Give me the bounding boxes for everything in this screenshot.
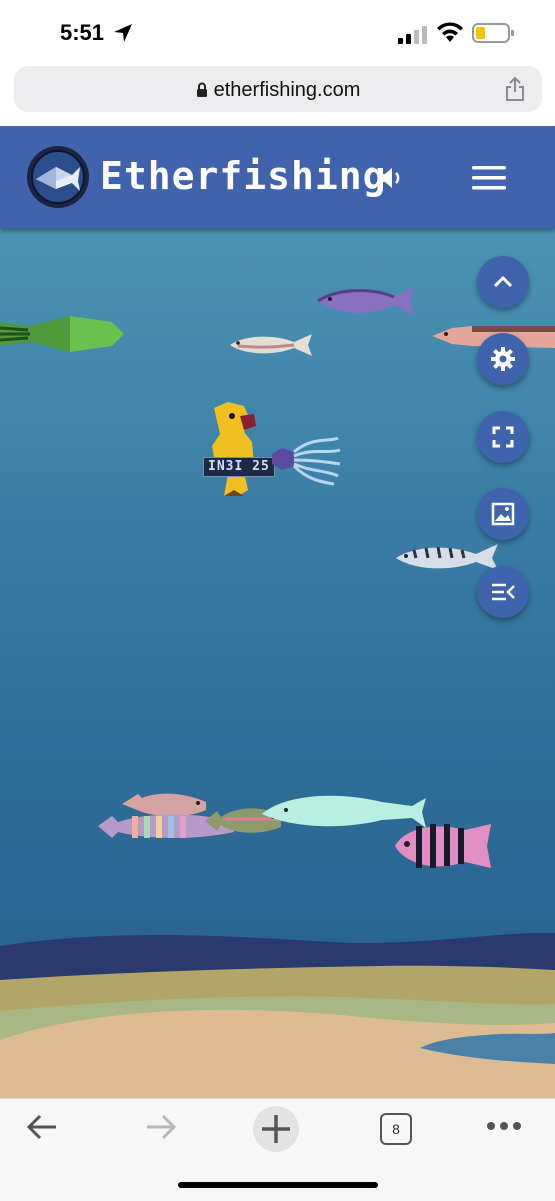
share-icon[interactable] xyxy=(504,76,526,102)
status-time: 5:51 xyxy=(60,20,105,45)
etherfishing-logo[interactable] xyxy=(26,145,90,209)
url-text: etherfishing.com xyxy=(213,79,361,101)
player-character-sprite xyxy=(212,402,256,496)
playlist-button[interactable] xyxy=(477,566,529,618)
status-bar: 5:51 xyxy=(0,0,555,64)
lock-icon xyxy=(196,82,207,97)
fullscreen-button[interactable] xyxy=(477,411,529,463)
cellular-signal-icon xyxy=(398,26,427,44)
forward-arrow-icon[interactable] xyxy=(143,1111,177,1143)
battery-icon xyxy=(472,23,514,43)
site-title[interactable]: Etherfishing xyxy=(100,154,387,198)
speaker-icon[interactable] xyxy=(376,164,406,192)
scroll-up-button[interactable] xyxy=(477,256,529,308)
purple-trout-sprite xyxy=(317,287,414,315)
green-squid-sprite xyxy=(0,316,124,352)
settings-button[interactable] xyxy=(477,333,529,385)
striped-tuna-sprite xyxy=(396,544,498,570)
back-arrow-icon[interactable] xyxy=(26,1111,60,1143)
address-bar[interactable]: etherfishing.com xyxy=(14,66,542,112)
more-options-icon[interactable] xyxy=(486,1121,522,1131)
screenshot-button[interactable] xyxy=(477,488,529,540)
new-tab-icon[interactable] xyxy=(252,1105,300,1153)
gear-icon xyxy=(491,347,515,371)
playlist-icon xyxy=(492,583,515,601)
location-arrow-icon xyxy=(114,24,132,42)
picture-icon xyxy=(491,502,515,526)
tab-count-button[interactable]: 8 xyxy=(380,1113,412,1145)
chevron-up-icon xyxy=(493,275,513,288)
wifi-icon xyxy=(437,22,463,42)
site-header: Etherfishing xyxy=(0,126,555,228)
rainbow-trout-sprite xyxy=(230,334,312,356)
ocean-scene[interactable]: IN3I 25 xyxy=(0,228,555,1098)
blue-squid-sprite xyxy=(272,436,341,486)
fullscreen-icon xyxy=(492,426,514,448)
tiger-cichlid-sprite xyxy=(395,824,491,868)
home-indicator xyxy=(178,1182,378,1188)
player-name-tag: IN3I 25 xyxy=(203,457,275,477)
hamburger-menu-icon[interactable] xyxy=(470,164,508,192)
